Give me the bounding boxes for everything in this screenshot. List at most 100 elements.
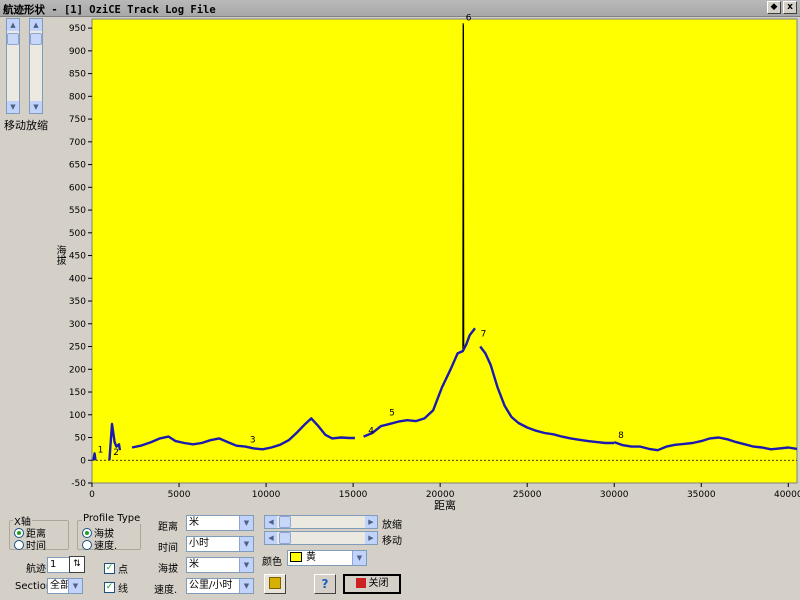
move-left-arrow-icon[interactable]: ◀: [265, 532, 277, 544]
y-tick-label: 600: [69, 183, 86, 193]
x-axis-title: 距离: [434, 499, 456, 512]
track-segment-5: [462, 23, 465, 349]
y-tick-label: 850: [69, 70, 86, 80]
y-tick-label: 650: [69, 161, 86, 171]
speed-unit-select[interactable]: 公里/小时 ▼: [186, 578, 254, 594]
y-tick-label: 50: [75, 434, 87, 444]
help-button[interactable]: ?: [314, 574, 336, 594]
y-tick-label: 450: [69, 252, 86, 262]
time-unit-label: 时间: [158, 543, 178, 554]
horizontal-move-label: 移动: [382, 536, 402, 547]
y-tick-label: 100: [69, 411, 86, 421]
distance-unit-value: 米: [189, 517, 199, 528]
move-right-arrow-icon[interactable]: ▶: [365, 532, 377, 544]
altitude-unit-value: 米: [189, 559, 199, 570]
profile-type-group-title: Profile Type: [82, 513, 142, 524]
chevron-down-icon[interactable]: ▼: [239, 537, 253, 551]
speed-unit-label: 速度.: [154, 585, 178, 596]
color-label: 颜色: [262, 557, 282, 568]
y-tick-label: 300: [69, 320, 86, 330]
time-unit-value: 小时: [189, 538, 209, 549]
y-tick-label: 950: [69, 24, 86, 34]
points-check-icon[interactable]: ✓: [104, 563, 115, 574]
section-value: 全部: [50, 580, 70, 591]
lines-checkbox[interactable]: ✓ 线: [104, 580, 128, 595]
x-tick-label: 15000: [339, 490, 368, 500]
close-button[interactable]: 关闭: [343, 574, 401, 594]
segment-label-4: 4: [368, 427, 374, 437]
segment-label-5: 5: [389, 408, 395, 418]
close-button-label: 关闭: [368, 578, 389, 589]
color-swatch: [290, 552, 302, 562]
lines-checkbox-label: 线: [118, 584, 128, 595]
radio-altitude-icon[interactable]: [82, 527, 92, 538]
printer-icon: [269, 577, 281, 589]
distance-unit-select[interactable]: 米 ▼: [186, 515, 254, 531]
horizontal-move-thumb[interactable]: [279, 532, 291, 544]
horizontal-move-slider[interactable]: ◀ ▶: [264, 531, 378, 545]
zoom-left-arrow-icon[interactable]: ◀: [265, 516, 277, 528]
track-label: 航迹: [26, 564, 46, 575]
chevron-down-icon[interactable]: ▼: [239, 516, 253, 530]
close-icon: [355, 578, 366, 588]
radio-speed-icon[interactable]: [82, 539, 92, 550]
elevation-chart[interactable]: -500501001502002503003504004505005506006…: [0, 0, 800, 520]
y-tick-label: 200: [69, 365, 86, 375]
profile-speed-radio[interactable]: 速度.: [82, 537, 117, 552]
y-tick-label: 550: [69, 206, 86, 216]
chevron-down-icon[interactable]: ▼: [239, 558, 253, 572]
x-tick-label: 10000: [252, 490, 281, 500]
y-tick-label: 500: [69, 229, 86, 239]
track-spin-icon[interactable]: ⇅: [69, 556, 85, 573]
altitude-unit-select[interactable]: 米 ▼: [186, 557, 254, 573]
points-checkbox-label: 点: [118, 565, 128, 576]
y-tick-label: 350: [69, 297, 86, 307]
chevron-down-icon[interactable]: ▼: [68, 579, 82, 593]
radio-time-label: 时间: [26, 541, 46, 552]
horizontal-zoom-thumb[interactable]: [279, 516, 291, 528]
time-unit-select[interactable]: 小时 ▼: [186, 536, 254, 552]
plot-area: [91, 18, 798, 484]
x-axis-time-radio[interactable]: 时间: [14, 537, 46, 552]
horizontal-zoom-slider[interactable]: ◀ ▶: [264, 515, 378, 529]
track-profile-window: 航迹形状 - [1] OziCE Track Log File ◆ x ▲ ▼ …: [0, 0, 800, 600]
track-segment-1: [92, 452, 97, 461]
segment-label-7: 7: [481, 330, 487, 340]
radio-speed-label: 速度.: [94, 541, 118, 552]
x-tick-label: 35000: [687, 490, 716, 500]
speed-unit-value: 公里/小时: [189, 580, 233, 591]
zoom-right-arrow-icon[interactable]: ▶: [365, 516, 377, 528]
y-tick-label: 700: [69, 138, 86, 148]
y-tick-label: 0: [80, 456, 86, 466]
section-select[interactable]: 全部 ▼: [47, 578, 83, 594]
segment-label-3: 3: [250, 436, 256, 446]
color-value: 黄: [306, 552, 316, 563]
y-tick-label: 900: [69, 47, 86, 57]
y-tick-label: 250: [69, 343, 86, 353]
print-button[interactable]: [264, 574, 286, 594]
help-icon: ?: [321, 577, 329, 591]
segment-label-1: 1: [98, 446, 104, 456]
radio-distance-icon[interactable]: [14, 527, 24, 538]
horizontal-zoom-label: 放缩: [382, 520, 402, 531]
y-tick-label: 800: [69, 92, 86, 102]
distance-unit-label: 距离: [158, 522, 178, 533]
track-number-input[interactable]: 1: [47, 557, 71, 573]
x-tick-label: 40000: [774, 490, 800, 500]
chevron-down-icon[interactable]: ▼: [239, 579, 253, 593]
segment-label-6: 6: [466, 14, 472, 24]
x-tick-label: 25000: [513, 490, 542, 500]
points-checkbox[interactable]: ✓ 点: [104, 561, 128, 576]
y-tick-label: 400: [69, 274, 86, 284]
radio-time-icon[interactable]: [14, 539, 24, 550]
segment-label-2: 2: [113, 448, 119, 458]
lines-check-icon[interactable]: ✓: [104, 582, 115, 593]
altitude-unit-label: 海拔: [158, 564, 178, 575]
y-tick-label: -50: [71, 479, 86, 489]
segment-label-8: 8: [618, 431, 624, 441]
color-select[interactable]: 黄 ▼: [287, 550, 367, 566]
y-tick-label: 750: [69, 115, 86, 125]
x-tick-label: 0: [89, 490, 95, 500]
chevron-down-icon[interactable]: ▼: [352, 551, 366, 565]
x-tick-label: 5000: [168, 490, 191, 500]
